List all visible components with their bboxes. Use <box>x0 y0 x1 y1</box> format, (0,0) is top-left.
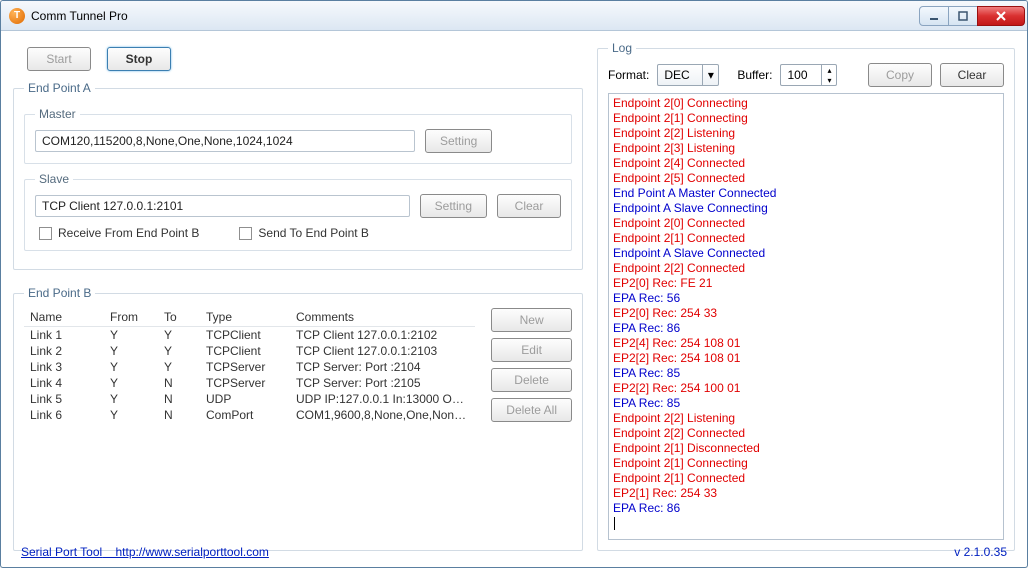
log-line: EPA Rec: 86 <box>613 321 999 336</box>
table-header: Name From To Type Comments <box>24 308 475 327</box>
log-line: EP2[1] Rec: 254 33 <box>613 486 999 501</box>
endpoint-b-table[interactable]: Link 1YYTCPClientTCP Client 127.0.0.1:21… <box>24 327 475 423</box>
format-label: Format: <box>608 68 649 82</box>
send-checkbox[interactable]: Send To End Point B <box>239 226 369 240</box>
titlebar[interactable]: T Comm Tunnel Pro <box>1 1 1027 31</box>
log-line: EP2[0] Rec: 254 33 <box>613 306 999 321</box>
receive-checkbox[interactable]: Receive From End Point B <box>39 226 199 240</box>
slave-legend: Slave <box>35 172 73 186</box>
buffer-label: Buffer: <box>737 68 772 82</box>
log-line: Endpoint 2[4] Connected <box>613 156 999 171</box>
master-value-input[interactable]: COM120,115200,8,None,One,None,1024,1024 <box>35 130 415 152</box>
copy-button[interactable]: Copy <box>868 63 932 87</box>
delete-button[interactable]: Delete <box>491 368 572 392</box>
log-line: Endpoint 2[1] Disconnected <box>613 441 999 456</box>
table-row[interactable]: Link 1YYTCPClientTCP Client 127.0.0.1:21… <box>24 327 475 343</box>
slave-value-input[interactable]: TCP Client 127.0.0.1:2101 <box>35 195 410 217</box>
format-combo[interactable]: DEC ▾ <box>657 64 719 86</box>
stop-button[interactable]: Stop <box>107 47 171 71</box>
stop-label: Stop <box>126 52 153 66</box>
log-line: Endpoint A Slave Connected <box>613 246 999 261</box>
slave-setting-button[interactable]: Setting <box>420 194 487 218</box>
log-line: Endpoint 2[1] Connected <box>613 471 999 486</box>
start-button[interactable]: Start <box>27 47 91 71</box>
log-line: EP2[2] Rec: 254 108 01 <box>613 351 999 366</box>
log-line: EP2[2] Rec: 254 100 01 <box>613 381 999 396</box>
log-line: Endpoint 2[0] Connecting <box>613 96 999 111</box>
log-textarea[interactable]: Endpoint 2[0] ConnectingEndpoint 2[1] Co… <box>608 93 1004 540</box>
checkbox-icon <box>239 227 252 240</box>
chevron-up-icon: ▴ <box>822 65 836 75</box>
log-line: Endpoint 2[0] Connected <box>613 216 999 231</box>
log-line: Endpoint 2[2] Listening <box>613 411 999 426</box>
chevron-down-icon: ▾ <box>822 75 836 85</box>
log-legend: Log <box>608 41 636 55</box>
log-clear-button[interactable]: Clear <box>940 63 1004 87</box>
version-label: v 2.1.0.35 <box>954 545 1007 559</box>
log-line: EPA Rec: 85 <box>613 396 999 411</box>
table-row[interactable]: Link 4YNTCPServerTCP Server: Port :2105 <box>24 375 475 391</box>
log-line: EPA Rec: 85 <box>613 366 999 381</box>
log-line: Endpoint 2[1] Connecting <box>613 111 999 126</box>
endpoint-a-legend: End Point A <box>24 81 95 95</box>
master-legend: Master <box>35 107 80 121</box>
table-row[interactable]: Link 6YNComPortCOM1,9600,8,None,One,None… <box>24 407 475 423</box>
buffer-spin[interactable]: 100 ▴ ▾ <box>780 64 837 86</box>
master-group: Master COM120,115200,8,None,One,None,102… <box>24 107 572 164</box>
log-line: Endpoint 2[2] Connected <box>613 261 999 276</box>
log-line: Endpoint A Slave Connecting <box>613 201 999 216</box>
checkbox-icon <box>39 227 52 240</box>
chevron-down-icon: ▾ <box>702 65 718 85</box>
log-line: EP2[0] Rec: FE 21 <box>613 276 999 291</box>
log-line: End Point A Master Connected <box>613 186 999 201</box>
slave-group: Slave TCP Client 127.0.0.1:2101 Setting … <box>24 172 572 251</box>
new-button[interactable]: New <box>491 308 572 332</box>
log-line: Endpoint 2[5] Connected <box>613 171 999 186</box>
edit-button[interactable]: Edit <box>491 338 572 362</box>
log-line: Endpoint 2[2] Listening <box>613 126 999 141</box>
log-line: Endpoint 2[2] Connected <box>613 426 999 441</box>
table-row[interactable]: Link 2YYTCPClientTCP Client 127.0.0.1:21… <box>24 343 475 359</box>
maximize-button[interactable] <box>948 6 978 26</box>
log-line: EPA Rec: 86 <box>613 501 999 516</box>
log-line: EPA Rec: 56 <box>613 291 999 306</box>
slave-clear-button[interactable]: Clear <box>497 194 561 218</box>
log-line: EP2[4] Rec: 254 108 01 <box>613 336 999 351</box>
minimize-button[interactable] <box>919 6 949 26</box>
window-title: Comm Tunnel Pro <box>31 9 920 23</box>
table-row[interactable]: Link 3YYTCPServerTCP Server: Port :2104 <box>24 359 475 375</box>
start-label: Start <box>46 52 71 66</box>
log-line: Endpoint 2[3] Listening <box>613 141 999 156</box>
log-line: Endpoint 2[1] Connected <box>613 231 999 246</box>
master-setting-button[interactable]: Setting <box>425 129 492 153</box>
endpoint-b-group: End Point B Name From To Type Comments L… <box>13 286 583 551</box>
endpoint-b-legend: End Point B <box>24 286 95 300</box>
app-icon: T <box>9 8 25 24</box>
log-group: Log Format: DEC ▾ Buffer: 100 ▴ ▾ <box>597 41 1015 551</box>
log-line: Endpoint 2[1] Connecting <box>613 456 999 471</box>
footer-link[interactable]: Serial Port Tool http://www.serialportto… <box>21 545 269 559</box>
table-row[interactable]: Link 5YNUDPUDP IP:127.0.0.1 In:13000 Out… <box>24 391 475 407</box>
close-button[interactable] <box>977 6 1025 26</box>
delete-all-button[interactable]: Delete All <box>491 398 572 422</box>
endpoint-a-group: End Point A Master COM120,115200,8,None,… <box>13 81 583 270</box>
